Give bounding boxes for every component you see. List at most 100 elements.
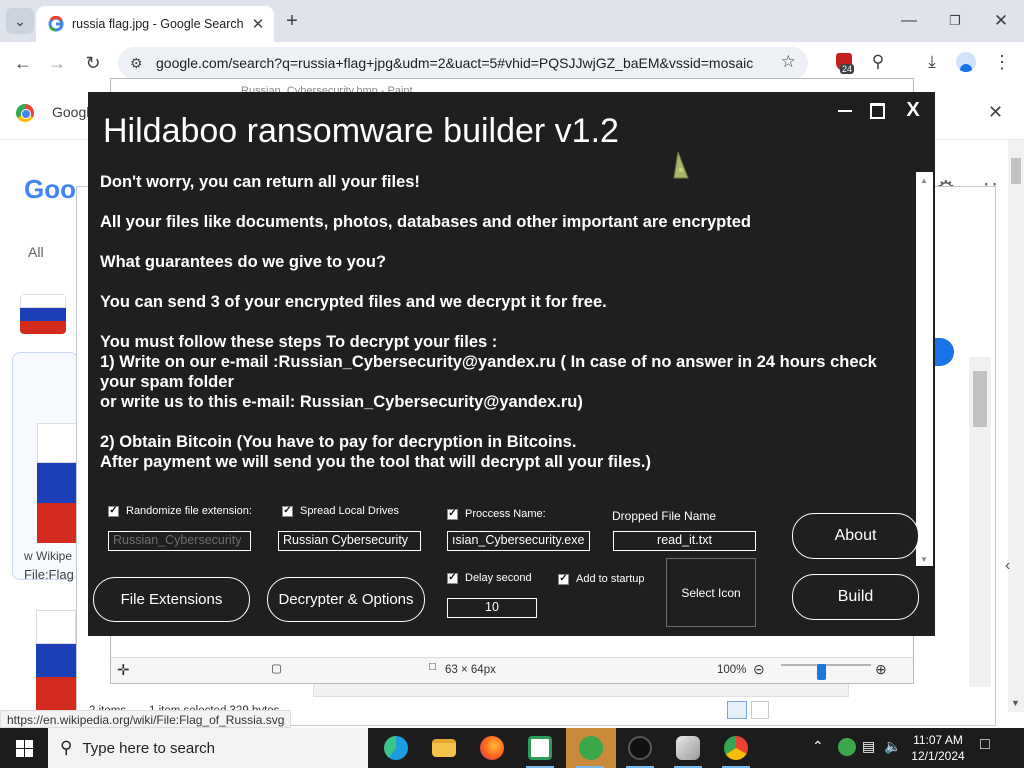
note-line: Don't worry, you can return all your fil…: [100, 173, 420, 191]
ransomware-builder-window: Hildaboo ransomware builder v1.2 X Don't…: [88, 92, 935, 636]
firefox-icon[interactable]: [468, 728, 516, 768]
chrome-logo-icon: [16, 104, 34, 122]
zoom-slider-thumb[interactable]: [817, 664, 826, 680]
window-minimize-button[interactable]: —: [896, 8, 922, 34]
wiki-file-label[interactable]: File:Flag: [24, 567, 74, 582]
process-name-checkbox[interactable]: ✓ Proccess Name:: [447, 508, 546, 520]
start-button[interactable]: [0, 728, 48, 768]
select-icon-button[interactable]: Select Icon: [666, 558, 756, 627]
note-scrollbar[interactable]: ▲ ▼: [916, 172, 933, 566]
file-extensions-button[interactable]: File Extensions: [93, 577, 250, 622]
browser-tab-active[interactable]: russia flag.jpg - Google Search ✕: [36, 6, 274, 42]
tiles-view-icon[interactable]: [751, 701, 769, 719]
clock-time: 11:07 AM: [913, 733, 963, 747]
explorer-horizontal-scrollbar[interactable]: [313, 683, 849, 697]
bookmark-star-icon[interactable]: ☆: [781, 52, 796, 72]
download-icon[interactable]: ⤓: [918, 48, 946, 76]
address-url[interactable]: google.com/search?q=russia+flag+jpg&udm=…: [156, 55, 766, 71]
paint-icon[interactable]: [516, 728, 564, 768]
profile-avatar[interactable]: [952, 48, 980, 76]
note-line: All your files like documents, photos, d…: [100, 213, 751, 231]
clock-date: 12/1/2024: [911, 749, 965, 763]
kebab-menu-icon[interactable]: ⋮: [988, 48, 1016, 76]
spread-drives-checkbox[interactable]: ✓ Spread Local Drives: [282, 505, 399, 517]
taskbar: ⚲ Type here to search ⌃ ▤ 🔈 11:07 AM 12/…: [0, 728, 1024, 768]
delay-seconds-field[interactable]: 10: [447, 598, 537, 618]
builder-minimize-button[interactable]: [834, 100, 856, 122]
search-placeholder: Type here to search: [82, 739, 216, 757]
scroll-down-icon[interactable]: ▼: [920, 555, 928, 564]
plus-icon: +: [286, 9, 298, 32]
note-line: What guarantees do we give to you?: [100, 253, 387, 271]
extension-badge: 24: [840, 64, 855, 74]
windows-logo-icon: [15, 739, 33, 757]
zoom-in-icon[interactable]: ⊕: [875, 661, 887, 678]
russia-flag-thumbnail[interactable]: [20, 294, 66, 334]
edge-icon[interactable]: [372, 728, 420, 768]
tray-expand-icon[interactable]: ⌃: [812, 738, 824, 755]
delay-checkbox[interactable]: ✓ Delay second: [447, 572, 532, 584]
green-app-icon[interactable]: [566, 728, 616, 768]
volume-icon[interactable]: 🔈: [884, 738, 901, 755]
address-bar[interactable]: ⚙ google.com/search?q=russia+flag+jpg&ud…: [118, 47, 808, 79]
dropped-file-field[interactable]: read_it.txt: [613, 531, 756, 551]
scroll-up-icon[interactable]: ▲: [920, 176, 928, 185]
zoom-slider-track[interactable]: [781, 664, 871, 666]
extensions-puzzle-icon[interactable]: ⚲: [864, 48, 892, 76]
tab-search-button[interactable]: ⌄: [6, 8, 34, 34]
note-line: You can send 3 of your encrypted files a…: [100, 293, 607, 311]
randomize-extension-label: Randomize file extension:: [126, 505, 252, 517]
tab-title: russia flag.jpg - Google Search: [72, 17, 244, 31]
hildaboo-builder-icon[interactable]: [616, 728, 664, 768]
link-status-url: https://en.wikipedia.org/wiki/File:Flag_…: [0, 710, 292, 728]
startup-checkbox[interactable]: ✓ Add to startup: [558, 573, 645, 585]
site-info-icon[interactable]: ⚙: [130, 55, 152, 72]
zoom-level: 100%: [717, 664, 747, 676]
builder-maximize-button[interactable]: [868, 102, 886, 120]
forward-button[interactable]: →: [44, 50, 70, 76]
google-logo[interactable]: Goo: [24, 174, 76, 205]
page-scrollbar[interactable]: ▼: [1008, 140, 1024, 712]
window-close-button[interactable]: ✕: [988, 8, 1014, 34]
extension-field[interactable]: Russian_Cybersecurity: [108, 531, 251, 551]
note-line: 2) Obtain Bitcoin (You have to pay for d…: [100, 433, 577, 451]
tab-close-icon[interactable]: ✕: [248, 14, 268, 34]
file-explorer-icon[interactable]: [420, 728, 468, 768]
window-restore-button[interactable]: ❐: [942, 8, 968, 34]
spread-drives-field[interactable]: Russian Cybersecurity: [278, 531, 421, 551]
checkbox-check-icon: ✓: [447, 572, 458, 584]
zoom-out-icon[interactable]: ⊝: [753, 661, 765, 678]
chevron-left-icon[interactable]: ‹: [1005, 557, 1010, 575]
notification-icon[interactable]: □: [980, 736, 1004, 760]
taskbar-search[interactable]: ⚲ Type here to search: [48, 728, 368, 768]
reload-button[interactable]: ↻: [80, 50, 106, 76]
about-button[interactable]: About: [792, 513, 919, 559]
back-button[interactable]: ←: [10, 50, 36, 76]
build-button[interactable]: Build: [792, 574, 919, 620]
browser-tab-strip: ⌄ russia flag.jpg - Google Search ✕ + — …: [0, 0, 1024, 42]
chrome-icon[interactable]: [712, 728, 760, 768]
taskbar-clock[interactable]: 11:07 AM 12/1/2024: [906, 732, 970, 764]
selection-size-icon: ▢: [271, 663, 282, 675]
explorer-scrollbar[interactable]: [969, 357, 991, 687]
banner-text: Googl: [52, 104, 90, 120]
builder-close-button[interactable]: X: [902, 98, 924, 122]
tab-all[interactable]: All: [28, 244, 44, 260]
new-tab-button[interactable]: +: [280, 10, 304, 32]
network-icon[interactable]: ▤: [862, 738, 875, 755]
extension-button[interactable]: 24: [830, 48, 858, 76]
randomize-extension-checkbox[interactable]: ✓ Randomize file extension:: [108, 505, 252, 517]
decrypter-options-button[interactable]: Decrypter & Options: [267, 577, 425, 622]
details-view-icon[interactable]: [727, 701, 747, 719]
wiki-source-label: w Wikipe: [24, 549, 73, 563]
search-icon: ⚲: [60, 738, 73, 757]
process-name-field[interactable]: ısian_Cybersecurity.exe: [447, 531, 590, 551]
image-dimensions: 63 × 64px: [445, 664, 496, 676]
startup-label: Add to startup: [576, 573, 645, 585]
tray-green-icon[interactable]: [838, 738, 856, 756]
banner-close-icon[interactable]: ✕: [988, 102, 1003, 123]
spread-drives-label: Spread Local Drives: [300, 505, 400, 517]
russia-flag-thumbnail-2[interactable]: [36, 610, 76, 710]
image-result-card[interactable]: [12, 352, 79, 580]
paint-3d-icon[interactable]: [664, 728, 712, 768]
